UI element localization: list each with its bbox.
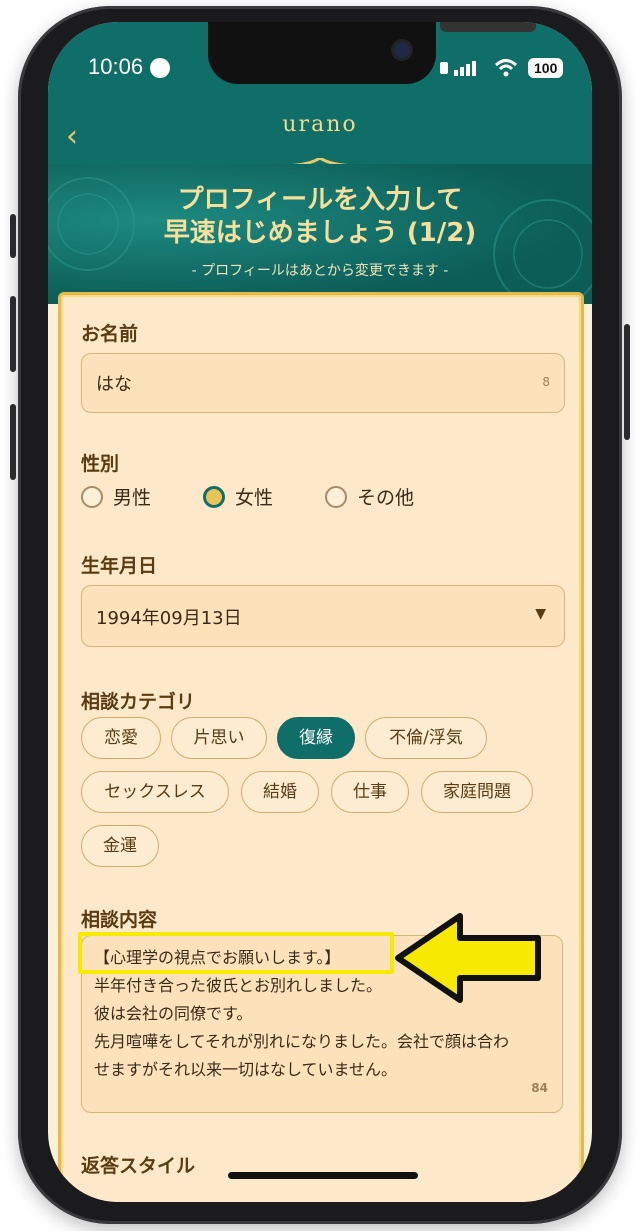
content-char-counter: 84 — [531, 1081, 548, 1095]
category-tag-selected[interactable]: 復縁 — [277, 717, 355, 759]
radio-checked-icon — [203, 485, 225, 508]
signal-icon — [440, 61, 476, 76]
page-title-line2: 早速はじめましょう (1/2) — [163, 218, 477, 248]
gender-option-label: 女性 — [235, 487, 274, 509]
gender-option-other[interactable]: その他 — [325, 483, 414, 510]
dropdown-caret-icon: ▼ — [535, 606, 546, 622]
category-tag[interactable]: 仕事 — [331, 771, 409, 813]
content-label: 相談内容 — [81, 909, 158, 931]
page-title: プロフィールを入力して 早速はじめましょう (1/2) — [48, 184, 592, 250]
volume-down-button — [10, 404, 16, 480]
category-tag[interactable]: 金運 — [81, 825, 159, 867]
home-indicator — [228, 1172, 418, 1179]
content-line: 彼は会社の同僚です。 — [94, 1004, 253, 1023]
gender-option-male[interactable]: 男性 — [81, 483, 151, 510]
birthday-label: 生年月日 — [81, 555, 158, 577]
content-line: 先月喧嘩をしてそれが別れになりました。会社で顔は合わ — [94, 1032, 510, 1051]
wifi-icon — [494, 59, 518, 77]
power-button — [624, 324, 630, 440]
page-title-line1: プロフィールを入力して — [177, 185, 463, 215]
profile-form-card: お名前 はな 8 性別 男性 女性 その他 生年月日 1994年09月13日 ▼… — [58, 292, 584, 1202]
birthday-select[interactable]: 1994年09月13日 ▼ — [81, 585, 565, 647]
category-tag[interactable]: 家庭問題 — [421, 771, 533, 813]
top-bar: 10:06 100 ‹ urano — [48, 22, 592, 168]
name-char-counter: 8 — [542, 375, 550, 389]
app-logo: urano — [282, 112, 358, 137]
radio-unchecked-icon — [325, 485, 347, 508]
category-tag[interactable]: 不倫/浮気 — [365, 717, 487, 759]
category-tag[interactable]: 片思い — [171, 717, 267, 759]
category-tag[interactable]: セックスレス — [81, 771, 229, 813]
page-subtitle: - プロフィールはあとから変更できます - — [191, 263, 449, 279]
content-line: せますがそれ以来一切はなしていません。 — [94, 1060, 398, 1079]
hero-banner: プロフィールを入力して 早速はじめましょう (1/2) - プロフィールはあとか… — [48, 164, 592, 304]
name-input-value: はな — [96, 374, 132, 395]
front-camera — [394, 42, 410, 58]
app-screen: 10:06 100 ‹ urano プロフィールを入力して 早速はじめましょう … — [48, 22, 592, 1202]
category-tag[interactable]: 恋愛 — [81, 717, 161, 759]
birthday-value: 1994年09月13日 — [96, 608, 242, 629]
status-icons: 100 — [440, 58, 564, 78]
highlight-box — [78, 932, 394, 974]
mute-switch — [10, 214, 16, 258]
annotation-arrow-icon — [395, 913, 541, 1003]
name-label: お名前 — [81, 323, 139, 345]
volume-up-button — [10, 296, 16, 372]
notch — [208, 22, 536, 84]
status-time: 10:06 — [88, 54, 144, 79]
speaker — [440, 22, 536, 32]
name-input[interactable]: はな 8 — [81, 353, 565, 413]
category-tag[interactable]: 結婚 — [241, 771, 319, 813]
recording-indicator-icon — [150, 58, 170, 78]
gender-option-label: 男性 — [113, 487, 152, 509]
radio-unchecked-icon — [81, 485, 103, 508]
gender-option-female[interactable]: 女性 — [203, 483, 273, 510]
battery-indicator: 100 — [528, 58, 564, 78]
category-label: 相談カテゴリ — [81, 691, 196, 713]
gender-option-label: その他 — [357, 487, 415, 509]
reply-style-label: 返答スタイル — [81, 1155, 196, 1177]
gender-label: 性別 — [81, 453, 120, 475]
